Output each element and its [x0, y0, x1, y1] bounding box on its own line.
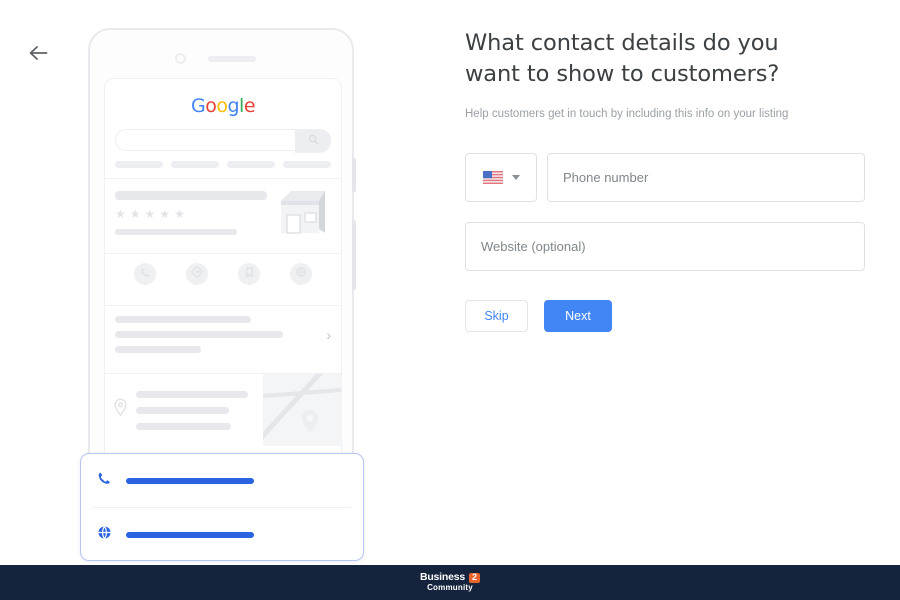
form-panel: What contact details do you want to show…: [465, 28, 865, 332]
listing-text-block: ★ ★ ★ ★ ★: [115, 189, 267, 235]
form-actions: Skip Next: [465, 300, 865, 332]
phone-side-button-bottom: [352, 220, 356, 290]
search-row: [105, 129, 341, 153]
page-title: What contact details do you want to show…: [465, 30, 780, 87]
directions-icon: [190, 265, 204, 283]
filter-chip[interactable]: [283, 161, 331, 168]
action-save-button[interactable]: [238, 263, 260, 285]
address-text-placeholders: [136, 390, 255, 430]
search-button[interactable]: [295, 129, 331, 153]
next-button[interactable]: Next: [544, 300, 612, 332]
business-listing-card: ★ ★ ★ ★ ★: [105, 179, 341, 243]
country-code-select[interactable]: [465, 153, 537, 202]
save-icon: [245, 265, 254, 283]
map-thumbnail[interactable]: [263, 374, 341, 446]
search-input[interactable]: [115, 129, 331, 153]
phone-side-button-top: [352, 158, 356, 192]
listing-title-placeholder: [115, 191, 267, 200]
signup-contact-details-page: Google ★ ★ ★ ★ ★ › What contact details …: [0, 0, 900, 600]
info-line-placeholder: [115, 331, 284, 338]
globe-icon: [97, 525, 112, 545]
logo-business-text: Business: [419, 571, 466, 584]
listing-address-row[interactable]: [105, 374, 341, 446]
info-line-placeholder: [115, 346, 202, 353]
callout-website-row: [81, 508, 363, 561]
google-logo-e: e: [243, 95, 256, 117]
address-block: [105, 374, 263, 446]
logo-top-line: Business 2: [419, 571, 481, 584]
star-icon: ★: [115, 207, 126, 221]
google-logo-o1: o: [205, 95, 217, 117]
google-logo-o2: o: [216, 95, 228, 117]
google-logo-g1: G: [190, 95, 206, 117]
address-line-placeholder: [136, 422, 232, 430]
logo-two-badge: 2: [469, 572, 481, 583]
location-pin-icon: [113, 398, 128, 422]
chevron-down-icon: [511, 175, 520, 180]
back-button[interactable]: [22, 36, 56, 70]
phone-speaker: [208, 56, 256, 62]
filter-chip[interactable]: [227, 161, 275, 168]
skip-button[interactable]: Skip: [465, 300, 528, 332]
star-icon: ★: [159, 207, 171, 221]
action-website-button[interactable]: [290, 263, 312, 285]
website-icon: [295, 265, 307, 283]
google-logo: Google: [105, 95, 341, 117]
star-icon: ★: [174, 207, 185, 221]
logo-community-text: Community: [427, 583, 473, 593]
filter-chip[interactable]: [171, 161, 219, 168]
us-flag-icon: [482, 171, 503, 184]
chevron-right-icon: ›: [326, 326, 331, 343]
star-icon: ★: [129, 207, 141, 221]
info-text-placeholders: [115, 316, 320, 353]
arrow-left-icon: [29, 45, 49, 61]
storefront-icon: [275, 189, 331, 235]
callout-phone-row: [81, 454, 363, 507]
phone-icon: [97, 471, 112, 491]
google-logo-g2: g: [227, 95, 240, 117]
action-call-button[interactable]: [134, 263, 156, 285]
action-directions-button[interactable]: [186, 263, 208, 285]
website-field-row: [465, 222, 865, 271]
page-subtitle: Help customers get in touch by including…: [465, 108, 789, 120]
info-line-placeholder: [115, 316, 251, 323]
star-icon: ★: [144, 207, 156, 221]
website-input[interactable]: [465, 222, 865, 271]
callout-phone-value-placeholder: [126, 477, 254, 484]
listing-subtitle-placeholder: [115, 229, 237, 235]
phone-field-row: [465, 153, 865, 202]
call-icon: [140, 265, 151, 283]
phone-number-input[interactable]: [547, 153, 865, 202]
star-rating: ★ ★ ★ ★ ★: [115, 208, 267, 220]
filter-chip[interactable]: [115, 161, 163, 168]
listing-action-row: [105, 254, 341, 295]
phone-camera-icon: [175, 53, 186, 64]
address-line-placeholder: [136, 390, 248, 398]
address-line-placeholder: [136, 406, 229, 414]
site-footer: Business 2 Community: [0, 565, 900, 600]
filter-chip-row: [105, 161, 341, 168]
contact-details-callout-card: [80, 453, 364, 561]
search-icon: [308, 132, 319, 150]
callout-website-value-placeholder: [126, 531, 254, 538]
business2community-logo: Business 2 Community: [419, 571, 481, 593]
listing-info-row[interactable]: ›: [105, 306, 341, 363]
